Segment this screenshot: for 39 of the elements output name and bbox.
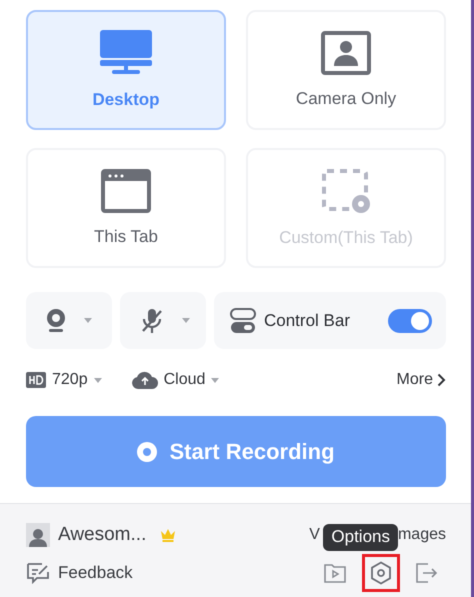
more-link[interactable]: More [396, 371, 446, 389]
feedback-button[interactable]: Feedback [26, 562, 133, 584]
camera-select[interactable] [26, 292, 112, 349]
dashed-region-icon [321, 168, 371, 214]
hd-icon [26, 372, 46, 388]
mode-label: This Tab [94, 227, 158, 247]
monitor-icon [100, 30, 152, 76]
mode-card[interactable]: This Tab [26, 148, 226, 268]
caret-icon [182, 318, 190, 323]
quality-select[interactable]: 720p [52, 371, 88, 389]
mode-label: Camera Only [296, 89, 396, 109]
microphone-off-icon [140, 308, 164, 334]
mode-label: Custom(This Tab) [279, 228, 413, 248]
user-name: Awesom... [58, 524, 146, 546]
chevron-right-icon [437, 373, 446, 387]
microphone-select[interactable] [120, 292, 206, 349]
caret-icon [94, 378, 102, 382]
storage-select[interactable]: Cloud [164, 371, 206, 389]
person-frame-icon [321, 31, 371, 75]
toggles-icon [230, 308, 256, 334]
record-icon [137, 442, 158, 462]
mode-label: Desktop [92, 90, 160, 110]
avatar-icon [26, 523, 50, 547]
library-link[interactable]: V [309, 526, 320, 544]
tooltip: Options [323, 524, 398, 551]
cloud-upload-icon [132, 371, 158, 389]
control-bar-toggle[interactable] [388, 308, 432, 332]
webcam-icon [46, 308, 66, 332]
toolbar-button[interactable] [362, 554, 400, 592]
browser-window-icon [101, 169, 151, 213]
library-link[interactable]: mages [398, 526, 446, 544]
caret-icon [211, 378, 220, 382]
caret-icon [84, 318, 92, 323]
mode-card[interactable]: Camera Only [246, 10, 446, 130]
exit-icon [416, 563, 438, 583]
settings-icon [370, 561, 392, 585]
feedback-icon [26, 562, 50, 584]
control-bar-label: Control Bar [264, 310, 351, 330]
video-folder-icon [324, 563, 346, 583]
